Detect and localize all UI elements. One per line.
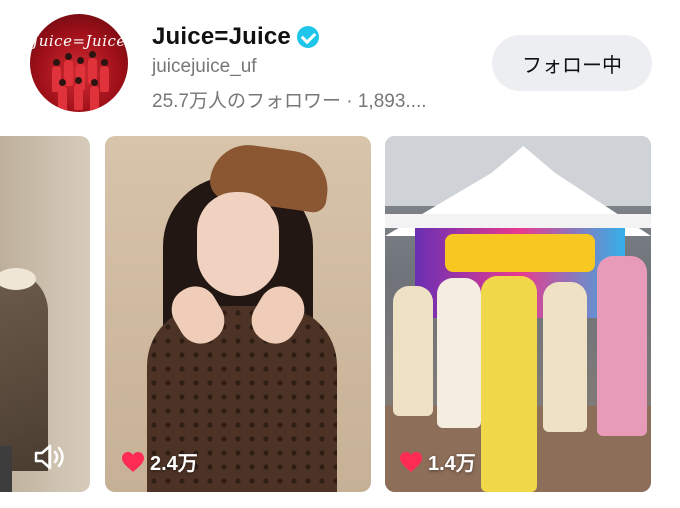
video-thumbnail-1[interactable] [0,136,90,492]
like-count: 2.4万 [121,447,198,476]
thumbnail-image [437,278,481,428]
thumbnail-image [0,446,12,492]
video-strip: 2.4万 1.4万 [0,136,680,492]
name-row: Juice=Juice [152,22,319,52]
avatar-member [74,77,83,110]
avatar-member [58,79,67,112]
profile-header: Juice=Juice Juice=Juice juicejuice_uf 25… [0,0,680,128]
thumbnail-image [0,271,48,471]
thumbnail-image [445,234,595,272]
account-name[interactable]: Juice=Juice [152,23,291,51]
heart-icon [400,451,422,472]
video-thumbnail-3[interactable]: 1.4万 [385,136,651,492]
like-count: 1.4万 [399,447,476,476]
thumbnail-image [385,214,651,228]
avatar-logo: Juice=Juice [32,32,126,50]
volume-icon[interactable] [33,442,67,472]
follower-stats: 25.7万人のフォロワー · 1,893.... [152,91,427,112]
thumbnail-image [197,192,279,296]
verified-badge-icon [296,26,319,48]
following-button[interactable]: フォロー中 [492,35,652,91]
avatar-member [90,79,99,112]
video-thumbnail-2[interactable]: 2.4万 [105,136,371,492]
profile-avatar[interactable]: Juice=Juice [30,14,128,112]
username: juicejuice_uf [152,56,257,77]
heart-icon [122,451,144,472]
like-count-text: 2.4万 [150,453,198,475]
avatar-member [100,59,109,92]
thumbnail-image [597,256,647,436]
like-count-text: 1.4万 [428,453,476,475]
thumbnail-image [481,276,537,492]
thumbnail-image [393,286,433,416]
thumbnail-image [543,282,587,432]
